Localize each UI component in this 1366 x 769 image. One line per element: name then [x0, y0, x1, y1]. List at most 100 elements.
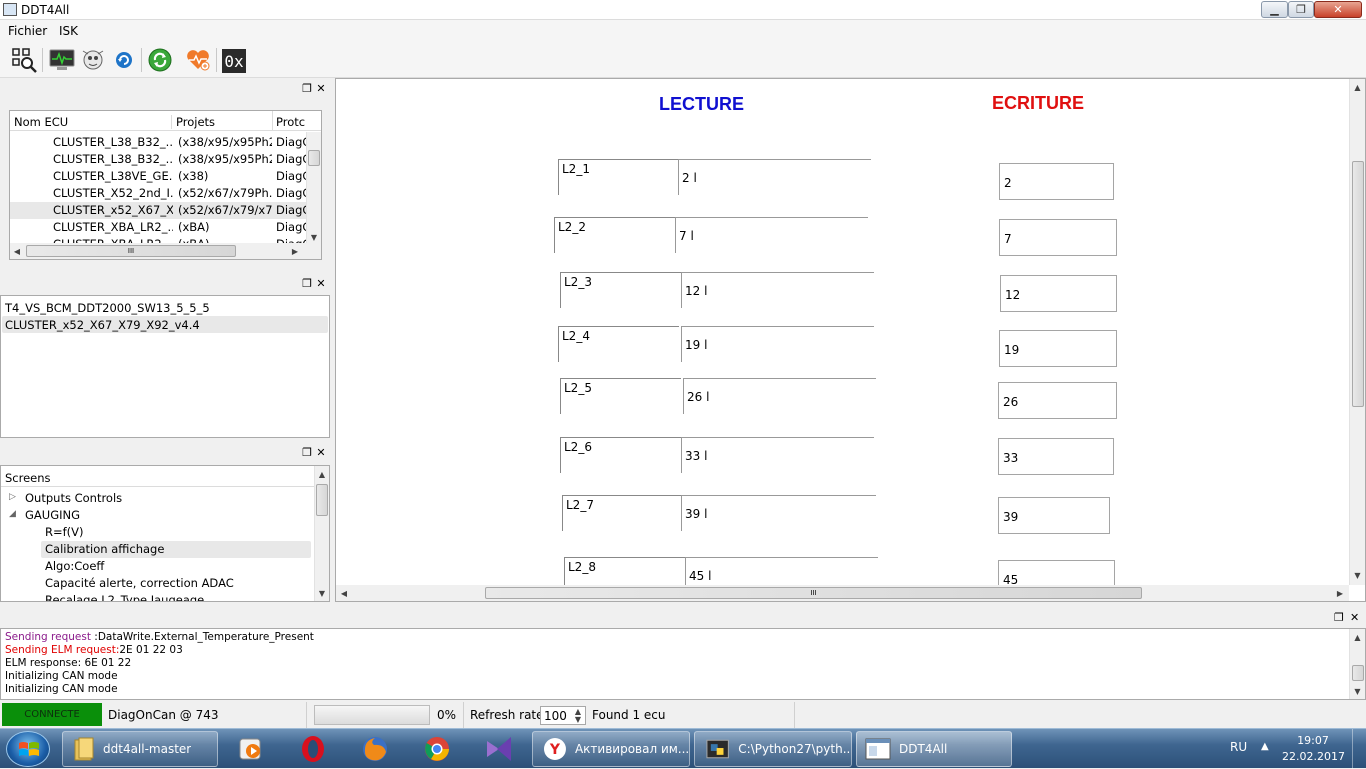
folder-icon: [74, 737, 94, 761]
scroll-up-icon[interactable]: ▲: [1350, 81, 1365, 93]
list-item[interactable]: T4_VS_BCM_DDT2000_SW13_5_5_5: [5, 299, 325, 316]
table-row[interactable]: CLUSTER_L38_B32_... (x38/x95/x95Ph2) DiagC: [10, 134, 306, 151]
table-row[interactable]: CLUSTER_L38VE_GE... (x38) DiagC: [10, 168, 306, 185]
write-value-input[interactable]: 7: [999, 219, 1117, 256]
scroll-thumb[interactable]: III: [26, 245, 236, 257]
scroll-thumb[interactable]: [316, 484, 328, 516]
tree-item[interactable]: Capacité alerte, correction ADAC: [1, 575, 314, 592]
taskbar-app-python[interactable]: C:\Python27\pyth...: [694, 731, 852, 767]
float-dock-button[interactable]: ❐: [300, 445, 314, 459]
float-dock-button[interactable]: ❐: [300, 276, 314, 290]
scroll-down-icon[interactable]: ▼: [1350, 569, 1365, 581]
ecu-sniffer-button[interactable]: [79, 46, 107, 74]
start-button[interactable]: [6, 731, 50, 767]
taskbar-firefox[interactable]: [348, 733, 402, 765]
read-param-name: L2_6: [560, 437, 681, 473]
write-value-input[interactable]: 33: [998, 438, 1114, 475]
language-indicator[interactable]: RU: [1230, 740, 1247, 754]
log-line: Sending request :DataWrite.External_Temp…: [5, 631, 314, 643]
menu-isk[interactable]: ISK: [59, 24, 78, 38]
table-row[interactable]: CLUSTER_X52_2nd_I... (x52/x67/x79Ph... Dia…: [10, 185, 306, 202]
taskbar-opera[interactable]: [286, 733, 340, 765]
scroll-down-icon[interactable]: ▼: [315, 587, 329, 599]
maximize-button[interactable]: ❐: [1288, 1, 1314, 18]
close-button[interactable]: ✕: [1314, 1, 1362, 18]
tree-item[interactable]: ▷ Outputs Controls: [1, 490, 314, 507]
scroll-thumb[interactable]: III: [485, 587, 1142, 599]
ecu-name-cell: CLUSTER_X52_2nd_I...: [53, 186, 173, 200]
scroll-right-icon[interactable]: ▶: [1335, 587, 1345, 599]
sniffer-face-icon: [82, 50, 104, 70]
tree-item[interactable]: Recalage L2_Type Jaugeage: [1, 592, 314, 601]
ecu-table-vscroll[interactable]: ▼: [306, 132, 321, 243]
taskbar-visual-studio[interactable]: [472, 733, 526, 765]
scroll-down-icon[interactable]: ▼: [307, 231, 321, 243]
spin-down-icon[interactable]: ▼: [571, 715, 585, 724]
expand-arrow-icon[interactable]: ▷: [9, 492, 16, 502]
write-value-input[interactable]: 12: [1000, 275, 1117, 312]
scan-ecu-button[interactable]: [10, 46, 38, 74]
scroll-left-icon[interactable]: ◀: [12, 245, 22, 257]
list-item-selected[interactable]: CLUSTER_x52_X67_X79_X92_v4.4: [2, 316, 328, 333]
write-value-input[interactable]: 39: [998, 497, 1110, 534]
table-row[interactable]: CLUSTER_XBA_LR2_... (xBA) DiagC: [10, 219, 306, 236]
scroll-left-icon[interactable]: ◀: [339, 587, 349, 599]
close-dock-button[interactable]: ✕: [1350, 611, 1364, 625]
taskbar-media-player[interactable]: [224, 733, 278, 765]
minimize-button[interactable]: ▁: [1261, 1, 1288, 18]
float-dock-button[interactable]: ❐: [1334, 611, 1348, 625]
screens-vscroll[interactable]: ▲ ▼: [314, 466, 329, 601]
health-button[interactable]: [184, 46, 212, 74]
reload-button[interactable]: [146, 46, 174, 74]
menu-fichier[interactable]: Fichier: [8, 24, 47, 38]
clock-time[interactable]: 19:07: [1286, 734, 1340, 747]
close-dock-button[interactable]: ✕: [314, 445, 328, 459]
column-header-projets[interactable]: Projets: [176, 115, 272, 129]
status-separator: [794, 702, 795, 728]
write-value-input[interactable]: 19: [999, 330, 1117, 367]
close-dock-button[interactable]: ✕: [314, 81, 328, 95]
collapse-arrow-icon[interactable]: ◢: [9, 509, 16, 519]
table-row[interactable]: CLUSTER_x52_X67_X... (x52/x67/x79/x7... Di…: [10, 202, 306, 219]
monitor-button[interactable]: [48, 46, 76, 74]
refresh-button[interactable]: [110, 46, 138, 74]
tree-item[interactable]: ◢ GAUGING: [1, 507, 314, 524]
write-value-input[interactable]: 2: [999, 163, 1114, 200]
tree-item[interactable]: Algo:Coeff: [1, 558, 314, 575]
clock-date[interactable]: 22.02.2017: [1282, 750, 1345, 763]
write-value-input[interactable]: 45: [998, 560, 1115, 588]
show-desktop-button[interactable]: [1352, 729, 1366, 769]
float-dock-button[interactable]: ❐: [300, 81, 314, 95]
ecu-dock-header: ❐ ✕: [0, 80, 333, 98]
log-lines: Sending request :DataWrite.External_Temp…: [1, 629, 1349, 699]
write-value-input[interactable]: 26: [998, 382, 1117, 419]
column-header-protocol[interactable]: Protc: [276, 115, 306, 129]
main-hscroll[interactable]: ◀ III ▶: [336, 585, 1349, 601]
scroll-thumb[interactable]: [1352, 161, 1364, 407]
taskbar-app-browser[interactable]: Y Активировал им...: [532, 731, 690, 767]
scroll-up-icon[interactable]: ▲: [1350, 631, 1365, 643]
taskbar-app-explorer[interactable]: ddt4all-master: [62, 731, 218, 767]
show-hidden-icons[interactable]: ▲: [1261, 741, 1269, 752]
scroll-thumb[interactable]: [1352, 665, 1364, 681]
tree-item[interactable]: Calibration affichage: [1, 541, 314, 558]
refresh-rate-spinbox[interactable]: 100 ▲ ▼: [540, 706, 586, 725]
close-dock-button[interactable]: ✕: [314, 276, 328, 290]
main-vscroll[interactable]: ▲ ▼: [1349, 79, 1365, 585]
taskbar-chrome[interactable]: [410, 733, 464, 765]
ecu-name-cell: CLUSTER_L38VE_GE...: [53, 169, 173, 183]
tree-item[interactable]: R=f(V): [1, 524, 314, 541]
toolbar-separator: [141, 48, 142, 72]
ecu-table-hscroll[interactable]: ◀ III ▶: [10, 243, 321, 259]
scroll-down-icon[interactable]: ▼: [1350, 685, 1365, 697]
scroll-right-icon[interactable]: ▶: [290, 245, 300, 257]
log-vscroll[interactable]: ▲ ▼: [1349, 629, 1365, 699]
spin-up-icon[interactable]: ▲: [571, 707, 585, 716]
column-header-name[interactable]: Nom ECU: [14, 115, 172, 129]
table-row[interactable]: CLUSTER_L38_B32_... (x38/x95/x95Ph2) DiagC: [10, 151, 306, 168]
scroll-up-icon[interactable]: ▲: [315, 468, 329, 480]
scroll-thumb[interactable]: [308, 150, 320, 166]
hex-mode-button[interactable]: 0x: [222, 49, 246, 73]
taskbar-app-ddt4all[interactable]: DDT4All: [856, 731, 1012, 767]
windows-logo-icon: [19, 742, 39, 756]
